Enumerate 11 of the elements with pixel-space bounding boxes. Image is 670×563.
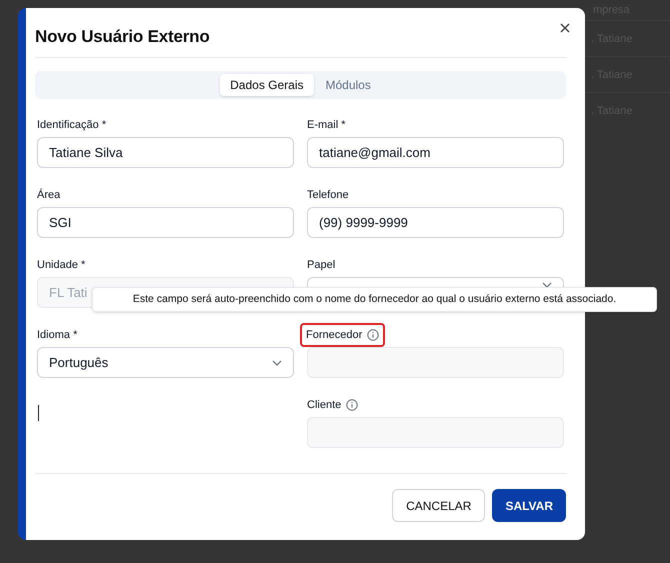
field-label: Fornecedor [306, 328, 362, 343]
tooltip: Este campo será auto-preenchido com o nome do fornecedor ao qual o usuário externo está associado. [92, 287, 657, 312]
field-label: Papel [307, 258, 336, 273]
field-label: Idioma * [37, 328, 78, 343]
field-label: Identificação * [37, 118, 106, 133]
field-label: Unidade * [37, 258, 86, 273]
field-label: E-mail * [307, 118, 346, 133]
field-label: Área [37, 188, 60, 203]
field-label: Telefone [307, 188, 349, 203]
dialog-title: Novo Usuário Externo [35, 26, 210, 48]
field-label: Cliente [307, 398, 342, 413]
